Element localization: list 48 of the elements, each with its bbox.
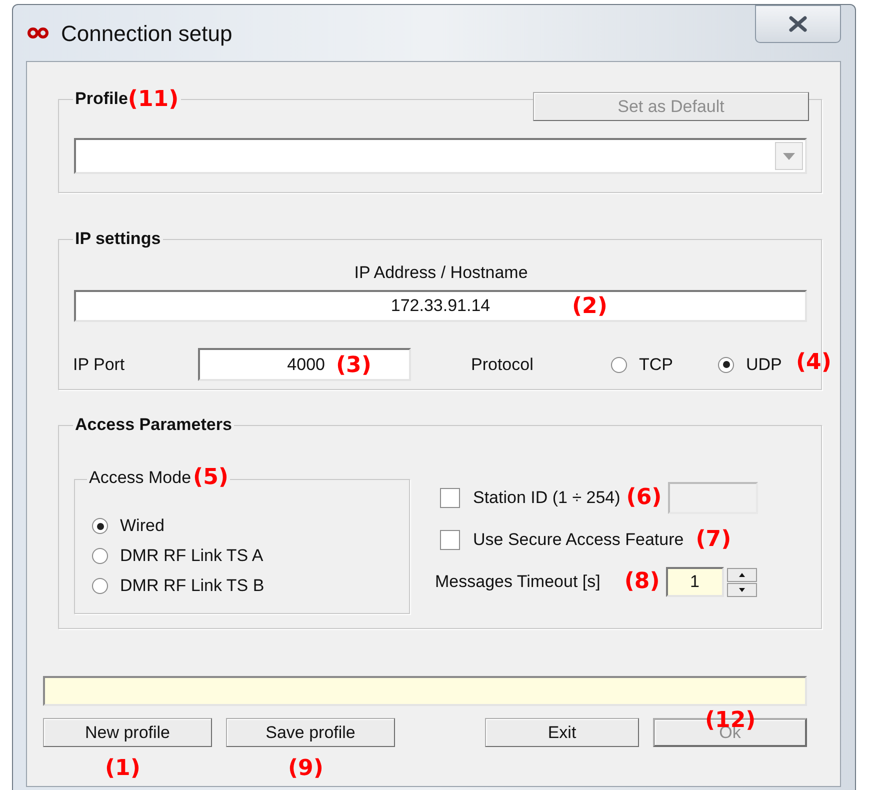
- annotation-label: (6): [626, 487, 662, 509]
- dialog-button[interactable]: Exit: [485, 718, 639, 747]
- caret-icon: [783, 152, 795, 160]
- group-title: Access Parameters: [75, 414, 232, 436]
- down-arrow-icon: [738, 588, 745, 592]
- dropdown-button[interactable]: [775, 142, 803, 170]
- annotation-label: (2): [572, 296, 608, 318]
- field-label: Messages Timeout [s]: [435, 571, 600, 594]
- annotation-label: (9): [288, 758, 324, 780]
- radio-button[interactable]: [718, 356, 734, 372]
- checkbox-label[interactable]: Use Secure Access Feature: [473, 527, 684, 553]
- spin-down-button[interactable]: [726, 582, 757, 596]
- group-title: IP settings: [75, 228, 161, 250]
- app-logo-icon: [27, 27, 49, 39]
- timeout-field[interactable]: 1: [666, 567, 724, 597]
- field-label: Protocol: [471, 354, 534, 376]
- dialog-button[interactable]: Save profile: [226, 718, 395, 747]
- radio-label[interactable]: Wired: [120, 513, 164, 539]
- radio-label[interactable]: TCP: [639, 352, 673, 378]
- checkbox-label[interactable]: Station ID (1 ÷ 254): [473, 485, 620, 511]
- annotation-label: (1): [105, 758, 140, 780]
- up-arrow-icon: [738, 572, 745, 576]
- annotation-label: (3): [336, 355, 372, 377]
- group-title: Profile: [75, 88, 128, 110]
- close-button[interactable]: [755, 5, 841, 43]
- spin-up-button[interactable]: [726, 568, 757, 582]
- station-id-field[interactable]: [668, 482, 758, 514]
- radio-button[interactable]: [92, 578, 108, 594]
- annotation-label: (7): [696, 529, 732, 551]
- field-label: IP Address / Hostname: [354, 263, 528, 282]
- radio-label[interactable]: DMR RF Link TS B: [120, 573, 264, 599]
- annotation-label: (8): [624, 571, 660, 593]
- radio-button[interactable]: [92, 518, 108, 534]
- profile-dropdown[interactable]: [74, 138, 807, 174]
- window-title: Connection setup: [61, 20, 232, 48]
- field-label: IP Port: [73, 354, 126, 376]
- annotation-label: (4): [796, 352, 832, 374]
- dialog-button[interactable]: New profile: [43, 718, 212, 747]
- annotation-label: (5): [193, 467, 228, 489]
- close-icon: [788, 16, 808, 32]
- radio-label[interactable]: UDP: [746, 352, 782, 378]
- radio-label[interactable]: DMR RF Link TS A: [120, 543, 264, 569]
- radio-button[interactable]: [611, 356, 627, 372]
- checkbox[interactable]: [440, 488, 460, 508]
- annotation-label: (11): [128, 89, 179, 111]
- checkbox[interactable]: [440, 530, 460, 550]
- group-title: Access Mode: [89, 467, 192, 489]
- radio-button[interactable]: [92, 548, 108, 564]
